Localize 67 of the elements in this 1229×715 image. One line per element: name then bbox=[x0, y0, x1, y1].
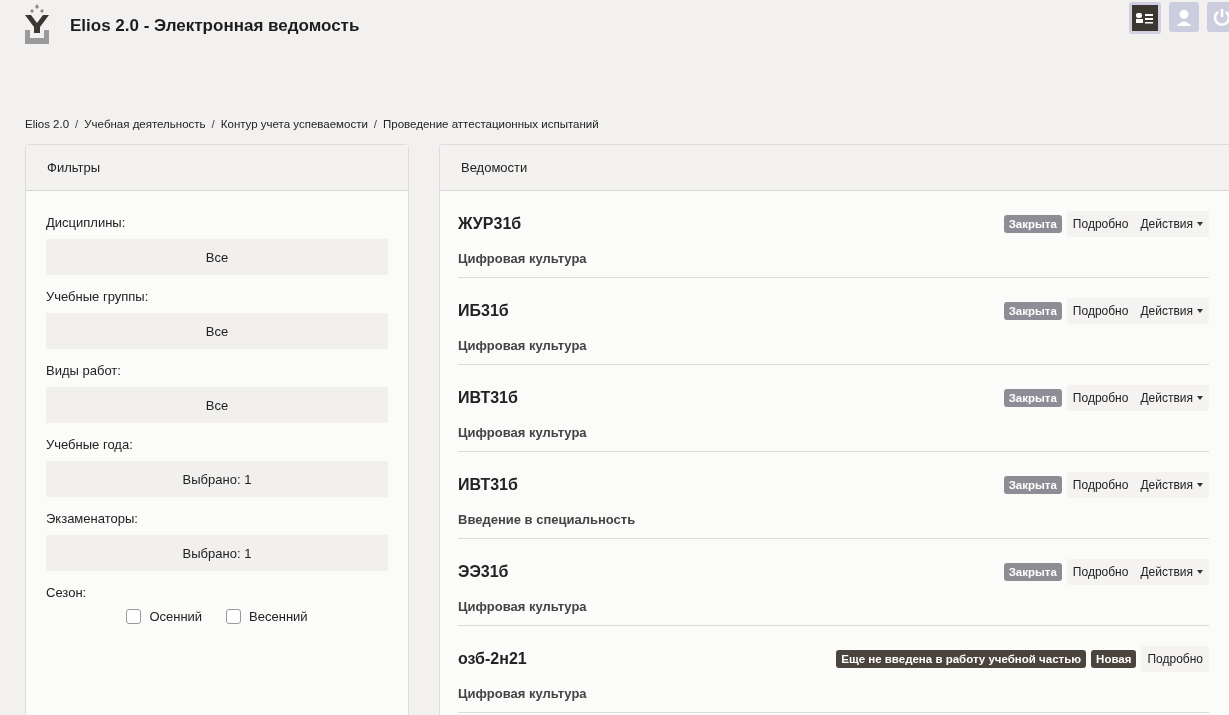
filter-label: Дисциплины: bbox=[46, 215, 127, 230]
details-button[interactable]: Подробно bbox=[1066, 211, 1135, 237]
status-badge: Закрыта bbox=[1003, 389, 1062, 407]
discipline-name: Цифровая культура bbox=[458, 425, 588, 440]
breadcrumb-separator: / bbox=[211, 118, 215, 130]
filter-label: Виды работ: bbox=[46, 363, 122, 378]
discipline-name: Введение в специальность bbox=[458, 512, 637, 527]
checkbox-label: Осенний bbox=[149, 609, 203, 624]
breadcrumb-link[interactable]: Elios 2.0 bbox=[25, 118, 70, 130]
panel-title: Фильтры bbox=[47, 160, 100, 175]
breadcrumb-separator: / bbox=[373, 118, 378, 130]
breadcrumb-separator: / bbox=[75, 118, 79, 130]
power-icon bbox=[1212, 7, 1229, 27]
actions-dropdown[interactable]: Действия bbox=[1134, 559, 1209, 585]
logo-icon bbox=[22, 4, 52, 44]
filter-label: Учебные группы: bbox=[46, 289, 150, 304]
details-button[interactable]: Подробно bbox=[1066, 385, 1135, 411]
checkbox[interactable] bbox=[126, 609, 142, 624]
actions-dropdown[interactable]: Действия bbox=[1134, 211, 1209, 237]
id-card-icon bbox=[1135, 11, 1155, 25]
caret-icon bbox=[1197, 570, 1203, 574]
filter-select[interactable]: Все bbox=[46, 239, 388, 275]
details-button[interactable]: Подробно bbox=[1141, 646, 1209, 672]
discipline-name: Цифровая культура bbox=[458, 338, 588, 353]
caret-icon bbox=[1197, 483, 1203, 487]
group-code: ЖУР31б bbox=[458, 215, 522, 233]
actions-dropdown[interactable]: Действия bbox=[1134, 385, 1209, 411]
filter-label: Учебные года: bbox=[46, 437, 134, 452]
breadcrumb-link[interactable]: Контур учета успеваемости bbox=[220, 118, 368, 130]
details-button[interactable]: Подробно bbox=[1066, 472, 1135, 498]
status-badge: Новая bbox=[1091, 650, 1137, 668]
checkbox[interactable] bbox=[226, 609, 242, 624]
group-code: ИВТ31б bbox=[458, 389, 518, 407]
caret-icon bbox=[1197, 396, 1203, 400]
breadcrumb-link[interactable]: Проведение аттестационных испытаний bbox=[383, 118, 599, 130]
breadcrumb-link[interactable]: Учебная деятельность bbox=[84, 118, 206, 130]
status-badge: Еще не введена в работу учебной частью bbox=[836, 650, 1087, 668]
discipline-name: Цифровая культура bbox=[458, 251, 588, 266]
user-icon bbox=[1175, 8, 1193, 26]
group-code: ИВТ31б bbox=[458, 476, 518, 494]
status-badge: Закрыта bbox=[1003, 563, 1062, 581]
discipline-name: Цифровая культура bbox=[458, 599, 588, 614]
app-title: Elios 2.0 - Электронная ведомость bbox=[70, 16, 360, 36]
filter-select[interactable]: Выбрано: 1 bbox=[46, 461, 388, 497]
user-button[interactable] bbox=[1169, 2, 1199, 32]
filter-select[interactable]: Все bbox=[46, 313, 388, 349]
actions-dropdown[interactable]: Действия bbox=[1134, 472, 1209, 498]
power-button[interactable] bbox=[1207, 2, 1229, 32]
status-badge: Закрыта bbox=[1003, 476, 1062, 494]
caret-icon bbox=[1197, 222, 1203, 226]
details-button[interactable]: Подробно bbox=[1066, 559, 1135, 585]
group-code: ЭЭ31б bbox=[458, 563, 509, 581]
checkbox-label: Весенний bbox=[249, 609, 308, 624]
actions-dropdown[interactable]: Действия bbox=[1134, 298, 1209, 324]
group-code: ИБ31б bbox=[458, 302, 509, 320]
panel-title: Ведомости bbox=[461, 160, 528, 175]
id-card-button[interactable] bbox=[1129, 2, 1161, 34]
filter-label: Экзаменаторы: bbox=[46, 511, 139, 526]
group-code: озб-2н21 bbox=[458, 650, 527, 668]
caret-icon bbox=[1197, 309, 1203, 313]
details-button[interactable]: Подробно bbox=[1066, 298, 1135, 324]
filter-select[interactable]: Выбрано: 1 bbox=[46, 535, 388, 571]
discipline-name: Цифровая культура bbox=[458, 686, 588, 701]
filter-label: Сезон: bbox=[46, 585, 88, 600]
filter-select[interactable]: Все bbox=[46, 387, 388, 423]
status-badge: Закрыта bbox=[1003, 302, 1062, 320]
status-badge: Закрыта bbox=[1003, 215, 1062, 233]
